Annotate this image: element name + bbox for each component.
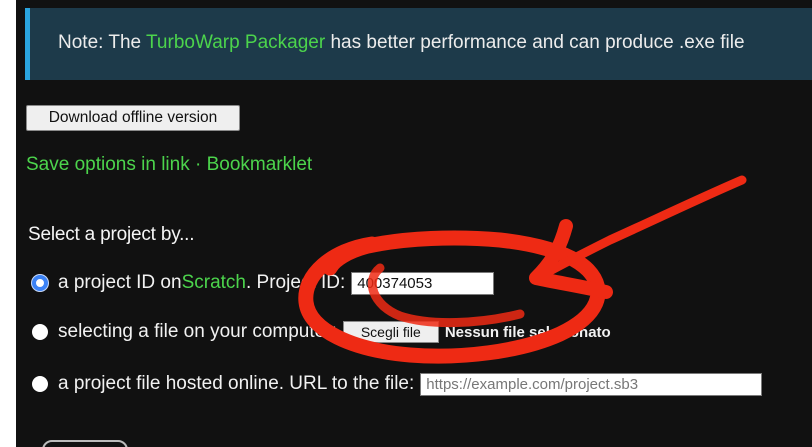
scratch-link[interactable]: Scratch: [182, 272, 246, 294]
option-project-id[interactable]: a project ID on Scratch. Project ID: 400…: [32, 271, 495, 295]
file-label: selecting a file on your computer:: [58, 321, 337, 342]
info-note: Note: The TurboWarp Packager has better …: [25, 8, 812, 80]
note-suffix: has better performance and can produce .…: [325, 32, 745, 53]
url-label: a project file hosted online. URL to the…: [58, 373, 415, 394]
project-id-radio[interactable]: [32, 275, 48, 291]
choose-file-button[interactable]: Scegli file: [342, 321, 439, 343]
option-url[interactable]: a project file hosted online. URL to the…: [32, 372, 763, 396]
section-title: Select a project by...: [28, 224, 195, 245]
turbowarp-packager-link[interactable]: TurboWarp Packager: [146, 32, 325, 53]
links-separator: ·: [189, 154, 207, 175]
option-links: Save options in link · Bookmarklet: [26, 154, 312, 176]
file-status: Nessun file selezionato: [444, 323, 611, 341]
url-radio[interactable]: [32, 376, 48, 392]
file-radio[interactable]: [32, 324, 48, 340]
option-file[interactable]: selecting a file on your computer: Scegl…: [32, 320, 611, 344]
note-text: Note: The TurboWarp Packager has better …: [58, 32, 745, 54]
project-id-label: . Project ID:: [246, 272, 346, 293]
load-project-button[interactable]: [42, 440, 128, 447]
save-options-link[interactable]: Save options in link: [26, 154, 190, 175]
note-prefix: Note: The: [58, 32, 147, 53]
project-id-input[interactable]: 400374053: [351, 271, 495, 295]
url-input[interactable]: https://example.com/project.sb3: [420, 372, 763, 396]
bookmarklet-link[interactable]: Bookmarklet: [207, 154, 313, 175]
project-id-prefix: a project ID on: [58, 272, 182, 293]
download-offline-button[interactable]: Download offline version: [26, 105, 240, 131]
